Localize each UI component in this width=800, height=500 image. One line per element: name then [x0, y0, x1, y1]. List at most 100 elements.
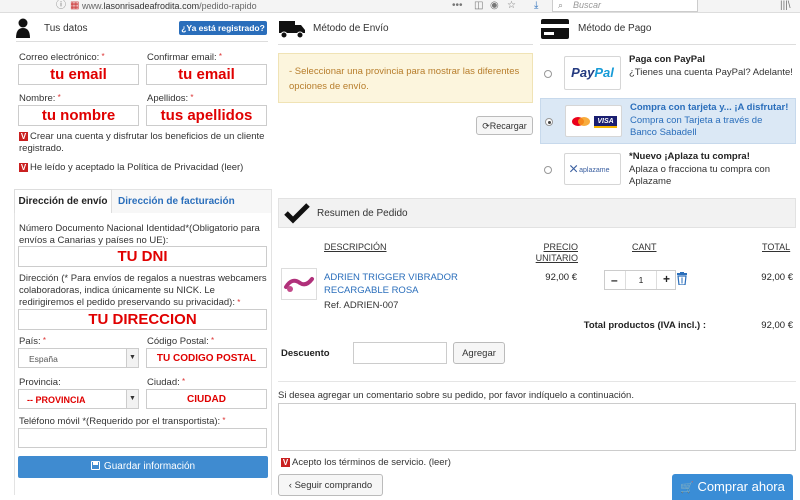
privacy-checkbox-row[interactable]: V He leído y aceptado la Política de Priv…: [19, 162, 271, 173]
payment-option-card[interactable]: VISA Compra con tarjeta y... ¡A disfruta…: [540, 98, 796, 144]
url-path: /pedido-rapido: [199, 1, 257, 11]
divider: [278, 44, 533, 45]
reload-button[interactable]: ⟳Recargar: [476, 116, 533, 135]
page-actions-icon[interactable]: •••: [452, 0, 463, 12]
province-select[interactable]: -- PROVINCIA ▼: [18, 389, 139, 409]
mastercard-logo-icon: [578, 117, 590, 126]
card-logos: VISA: [565, 105, 622, 137]
shipping-notice: - Seleccionar una provincia para mostrar…: [278, 53, 533, 103]
postal-field[interactable]: TU CODIGO POSTAL: [146, 348, 267, 368]
aplazame-mark-icon: ⨉: [570, 164, 578, 174]
chevron-down-icon: ▼: [126, 349, 138, 367]
bookmark-star-icon[interactable]: ☆: [507, 0, 516, 12]
buy-now-button[interactable]: 🛒 Comprar ahora: [672, 474, 793, 500]
extension-icon[interactable]: ◉: [490, 0, 499, 12]
payment-radio-paypal[interactable]: [544, 70, 552, 78]
visa-logo-icon: VISA: [594, 116, 617, 128]
payment-radio-aplazame[interactable]: [544, 166, 552, 174]
continue-shopping-button[interactable]: ‹ Seguir comprando: [278, 474, 383, 496]
name-field[interactable]: tu nombre: [18, 105, 139, 126]
city-field[interactable]: CIUDAD: [146, 389, 267, 409]
phone-label: Teléfono móvil *(Requerido por el transp…: [19, 416, 226, 427]
divider: [16, 41, 268, 42]
card-title: Compra con tarjeta y... ¡A disfrutar!: [630, 102, 789, 113]
col-unit-price-header[interactable]: PRECIO UNITARIO: [528, 242, 578, 264]
discount-label: Descuento: [281, 348, 330, 359]
country-select[interactable]: España ▼: [18, 348, 139, 368]
payment-option-paypal[interactable]: PayPal Paga con PayPal ¿Tienes una cuent…: [540, 50, 796, 94]
tus-datos-title: Tus datos: [44, 23, 88, 34]
city-label: Ciudad: *: [147, 377, 186, 388]
tab-shipping-label: Dirección de envío: [18, 196, 108, 207]
save-info-label: Guardar información: [103, 461, 196, 472]
total-products-label: Total productos (IVA incl.) :: [583, 320, 706, 331]
product-unit-price: 92,00 €: [545, 272, 577, 283]
search-placeholder: Buscar: [573, 0, 602, 10]
create-account-text: Crear una cuenta y disfrutar los benefic…: [19, 131, 265, 154]
divider: [540, 44, 796, 45]
address-label: Dirección (* Para envíos de regalos a nu…: [19, 273, 267, 308]
pocket-icon[interactable]: ◫: [474, 0, 483, 12]
aplazame-title: *Nuevo ¡Aplaza tu compra!: [629, 151, 750, 162]
paypal-title: Paga con PayPal: [629, 54, 706, 65]
checkbox-checked-icon[interactable]: V: [19, 131, 28, 141]
plus-icon[interactable]: +: [663, 272, 670, 286]
col-qty-header[interactable]: CANT: [632, 242, 657, 252]
add-discount-button[interactable]: Agregar: [453, 342, 505, 364]
quantity-stepper[interactable]: – 1 +: [604, 270, 676, 290]
email-field[interactable]: tu email: [18, 64, 139, 85]
tab-billing-address[interactable]: Dirección de facturación: [118, 196, 235, 207]
create-account-checkbox-row[interactable]: V Crear una cuenta y disfrutar los benefi…: [19, 131, 271, 155]
privacy-text: He leído y aceptado la Política de Priva…: [30, 162, 244, 173]
trash-icon[interactable]: [677, 272, 687, 286]
save-icon: [90, 461, 100, 470]
library-icon[interactable]: |||\: [780, 0, 791, 12]
divider: [278, 381, 796, 382]
card-desc: Compra con Tarjeta a través de Banco Sab…: [630, 115, 763, 138]
terms-text: Acepto los términos de servicio. (leer): [292, 457, 451, 468]
browser-search-input[interactable]: ⌕ Buscar: [552, 0, 698, 12]
name-label: Nombre: *: [19, 93, 61, 104]
surname-field[interactable]: tus apellidos: [146, 105, 267, 126]
checkmark-icon: [284, 202, 310, 224]
checkbox-checked-icon[interactable]: V: [19, 162, 28, 172]
email-label: Correo electrónico: *: [19, 52, 105, 63]
payment-radio-card[interactable]: [545, 118, 553, 126]
surname-label: Apellidos: *: [147, 93, 194, 104]
paypal-desc: ¿Tienes una cuenta PayPal? Adelante!: [629, 67, 793, 78]
paypal-logo: PayPal: [564, 56, 621, 90]
dni-label: Número Documento Nacional Identidad*(Obl…: [19, 223, 260, 246]
comment-prompt: Si desea agregar un comentario sobre su …: [278, 390, 634, 401]
quantity-value[interactable]: 1: [625, 271, 657, 289]
postal-label: Código Postal: *: [147, 336, 215, 347]
continue-shopping-label: Seguir comprando: [294, 480, 373, 491]
phone-field[interactable]: [18, 428, 267, 448]
col-description-header[interactable]: DESCRIPCIÓN: [324, 242, 387, 252]
dni-field[interactable]: TU DNI: [18, 246, 267, 267]
already-registered-button[interactable]: ¿Ya está registrado?: [179, 21, 267, 35]
col-total-header[interactable]: TOTAL: [762, 242, 790, 252]
product-thumbnail[interactable]: [281, 268, 317, 300]
comment-textarea[interactable]: [278, 403, 796, 451]
product-name-link[interactable]: ADRIEN TRIGGER VIBRADOR RECARGABLE ROSA: [324, 271, 474, 297]
discount-input[interactable]: [353, 342, 447, 364]
product-total: 92,00 €: [761, 272, 793, 283]
url-prefix: www.: [82, 1, 104, 11]
address-bar[interactable]: www.lasonrisadeafrodita.com/pedido-rapid…: [82, 0, 257, 12]
minus-icon[interactable]: –: [611, 273, 618, 287]
truck-icon: [278, 17, 306, 41]
confirm-email-field[interactable]: tu email: [146, 64, 267, 85]
url-domain: lasonrisadeafrodita.com: [103, 1, 200, 11]
confirm-email-label: Confirmar email: *: [147, 52, 223, 63]
save-info-button[interactable]: Guardar información: [18, 456, 268, 478]
aplazame-desc: Aplaza o fracciona tu compra con Aplazam…: [629, 164, 770, 187]
info-icon[interactable]: ⓘ: [56, 0, 66, 12]
terms-checkbox-row[interactable]: V Acepto los términos de servicio. (leer): [281, 457, 451, 468]
shipping-title: Método de Envío: [313, 23, 389, 34]
address-field[interactable]: TU DIRECCION: [18, 309, 267, 330]
payment-option-aplazame[interactable]: ⨉ aplazame *Nuevo ¡Aplaza tu compra! Apl…: [540, 148, 796, 192]
tab-shipping-address[interactable]: Dirección de envío: [14, 189, 112, 213]
download-icon[interactable]: ⤓: [534, 0, 538, 12]
checkbox-checked-icon[interactable]: V: [281, 457, 290, 467]
user-icon: [16, 18, 30, 38]
